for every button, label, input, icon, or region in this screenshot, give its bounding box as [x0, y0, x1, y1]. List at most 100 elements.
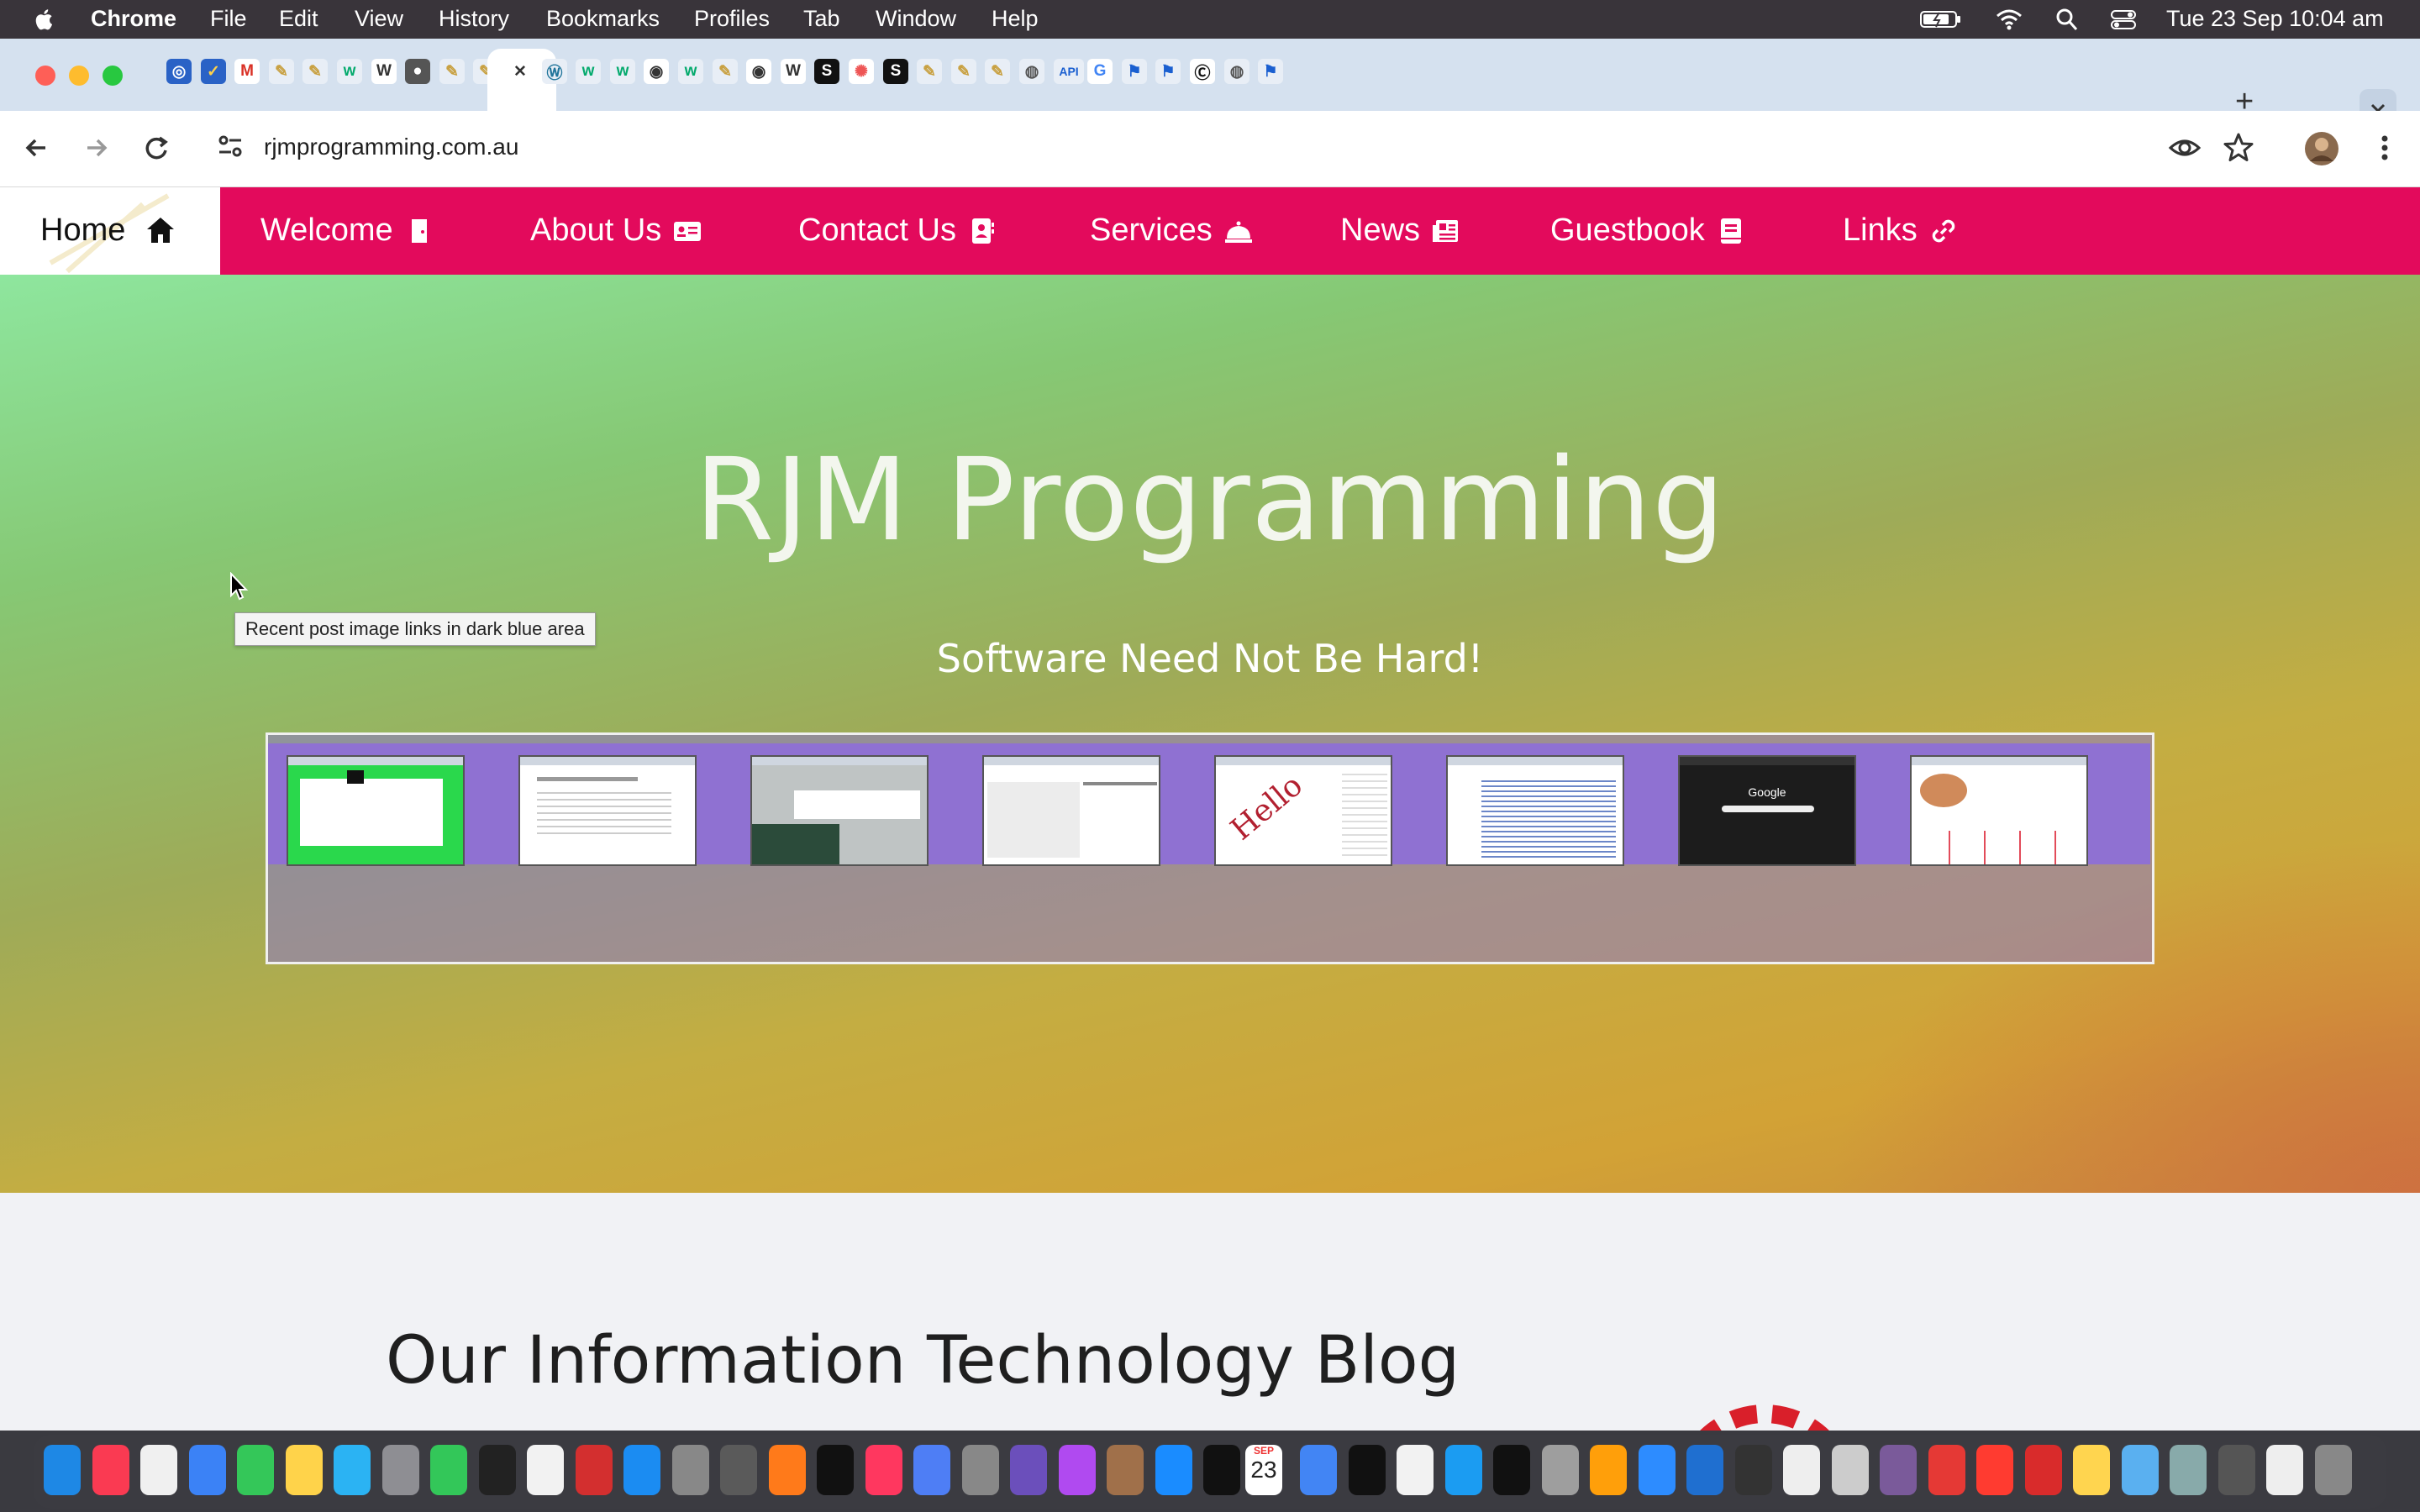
dock-app-icon[interactable]	[92, 1445, 129, 1495]
recent-post-thumbnail[interactable]	[518, 755, 697, 866]
recent-post-thumbnail[interactable]	[750, 755, 929, 866]
dock-app-icon[interactable]	[2266, 1445, 2303, 1495]
profile-avatar[interactable]	[2304, 131, 2339, 166]
tab-feather-icon[interactable]: ✎	[985, 59, 1010, 84]
dock-app-icon[interactable]	[2315, 1445, 2352, 1495]
close-window-button[interactable]	[35, 66, 55, 86]
tab-photos-icon[interactable]: ✺	[849, 59, 874, 84]
menu-app-name[interactable]: Chrome	[91, 6, 176, 32]
menu-file[interactable]: File	[210, 6, 247, 32]
nav-home[interactable]: Home	[0, 187, 220, 275]
dock-app-icon[interactable]	[623, 1445, 660, 1495]
tab-w3-icon[interactable]: w	[678, 59, 703, 84]
tab-s-app-icon[interactable]: S	[883, 59, 908, 84]
menu-help[interactable]: Help	[992, 6, 1039, 32]
tab-globe-icon[interactable]: ◍	[1224, 59, 1249, 84]
dock-app-icon[interactable]	[527, 1445, 564, 1495]
tab-globe-icon[interactable]: ◍	[1019, 59, 1044, 84]
dock-app-icon[interactable]	[1203, 1445, 1240, 1495]
dock-app-icon[interactable]	[334, 1445, 371, 1495]
dock-app-icon[interactable]	[1880, 1445, 1917, 1495]
menu-window[interactable]: Window	[876, 6, 956, 32]
dock-calendar[interactable]: SEP 23	[1245, 1445, 1282, 1495]
nav-links[interactable]: Links	[1843, 213, 1958, 249]
dock-app-icon[interactable]	[1445, 1445, 1482, 1495]
battery-icon[interactable]	[1919, 7, 1963, 32]
dock-app-icon[interactable]	[672, 1445, 709, 1495]
tab-cc-icon[interactable]: Ⓒ	[1190, 59, 1215, 84]
menu-profiles[interactable]: Profiles	[694, 6, 770, 32]
dock-app-icon[interactable]	[1300, 1445, 1337, 1495]
dock-app-icon[interactable]	[1832, 1445, 1869, 1495]
dock-app-icon[interactable]	[1639, 1445, 1676, 1495]
menu-edit[interactable]: Edit	[279, 6, 318, 32]
tab-w3-icon[interactable]: w	[337, 59, 362, 84]
recent-post-thumbnail[interactable]	[982, 755, 1160, 866]
close-tab-icon[interactable]: ✕	[508, 59, 533, 84]
dock-app-icon[interactable]	[1397, 1445, 1434, 1495]
tab-api-icon[interactable]: API	[1054, 59, 1084, 84]
tab-wordpress-icon[interactable]: Ⓦ	[542, 59, 567, 84]
dock-app-icon[interactable]	[382, 1445, 419, 1495]
dock-app-icon[interactable]	[1010, 1445, 1047, 1495]
tab-flag-icon[interactable]: ⚑	[1155, 59, 1181, 84]
recent-post-thumbnail[interactable]: Google	[1678, 755, 1856, 866]
menu-bookmarks[interactable]: Bookmarks	[546, 6, 660, 32]
dock-app-icon[interactable]	[2218, 1445, 2255, 1495]
tab-compass-icon[interactable]: ◎	[166, 59, 192, 84]
tab-feather-icon[interactable]: ✎	[302, 59, 328, 84]
control-center-icon[interactable]	[2109, 7, 2138, 32]
nav-contact-us[interactable]: Contact Us	[798, 213, 997, 249]
tab-chrome-icon[interactable]: ◉	[746, 59, 771, 84]
recent-post-thumbnail[interactable]	[1446, 755, 1624, 866]
dock-app-icon[interactable]	[2025, 1445, 2062, 1495]
nav-about-us[interactable]: About Us	[530, 213, 702, 249]
dock-app-icon[interactable]	[1976, 1445, 2013, 1495]
dock-app-icon[interactable]	[189, 1445, 226, 1495]
bookmark-star-icon[interactable]	[2222, 131, 2255, 165]
dock-app-icon[interactable]	[1107, 1445, 1144, 1495]
dock-app-icon[interactable]	[817, 1445, 854, 1495]
recent-post-thumbnail[interactable]	[1910, 755, 2088, 866]
tab-feather-icon[interactable]: ✎	[951, 59, 976, 84]
dock-app-icon[interactable]	[1783, 1445, 1820, 1495]
dock-app-icon[interactable]	[1349, 1445, 1386, 1495]
dock-app-icon[interactable]	[576, 1445, 613, 1495]
dock-app-icon[interactable]	[44, 1445, 81, 1495]
dock-app-icon[interactable]	[769, 1445, 806, 1495]
dock-app-icon[interactable]	[430, 1445, 467, 1495]
tab-feather-icon[interactable]: ✎	[713, 59, 738, 84]
tab-feather-icon[interactable]: ✎	[917, 59, 942, 84]
tab-google-icon[interactable]: G	[1087, 59, 1113, 84]
apple-icon[interactable]	[32, 5, 57, 34]
menu-history[interactable]: History	[439, 6, 509, 32]
tab-gmail-icon[interactable]: M	[234, 59, 260, 84]
tab-s-app-icon[interactable]: S	[814, 59, 839, 84]
minimize-window-button[interactable]	[69, 66, 89, 86]
tab-chrome-icon[interactable]: ◉	[644, 59, 669, 84]
tab-wikipedia-icon[interactable]: W	[371, 59, 397, 84]
tab-w3-icon[interactable]: w	[576, 59, 601, 84]
nav-guestbook[interactable]: Guestbook	[1550, 213, 1745, 249]
reload-icon[interactable]	[138, 129, 175, 166]
recent-post-thumbnail[interactable]	[287, 755, 465, 866]
tab-feather-icon[interactable]: ✎	[439, 59, 465, 84]
dock-app-icon[interactable]	[913, 1445, 950, 1495]
tab-github-icon[interactable]: ●	[405, 59, 430, 84]
tab-feather-icon[interactable]: ✎	[269, 59, 294, 84]
spotlight-search-icon[interactable]	[2055, 7, 2079, 32]
dock-app-icon[interactable]	[1155, 1445, 1192, 1495]
recent-post-thumbnail[interactable]: Hello	[1214, 755, 1392, 866]
menu-clock[interactable]: Tue 23 Sep 10:04 am	[2166, 6, 2384, 32]
dock-app-icon[interactable]	[2122, 1445, 2159, 1495]
nav-services[interactable]: Services	[1090, 213, 1253, 249]
tab-flag-icon[interactable]: ⚑	[1122, 59, 1147, 84]
dock-app-icon[interactable]	[1059, 1445, 1096, 1495]
dock-app-icon[interactable]	[865, 1445, 902, 1495]
dock-app-icon[interactable]	[720, 1445, 757, 1495]
dock-app-icon[interactable]	[237, 1445, 274, 1495]
address-bar[interactable]: rjmprogramming.com.au	[264, 134, 518, 160]
nav-welcome[interactable]: Welcome	[260, 213, 434, 249]
dock-app-icon[interactable]	[1493, 1445, 1530, 1495]
dock-app-icon[interactable]	[2073, 1445, 2110, 1495]
